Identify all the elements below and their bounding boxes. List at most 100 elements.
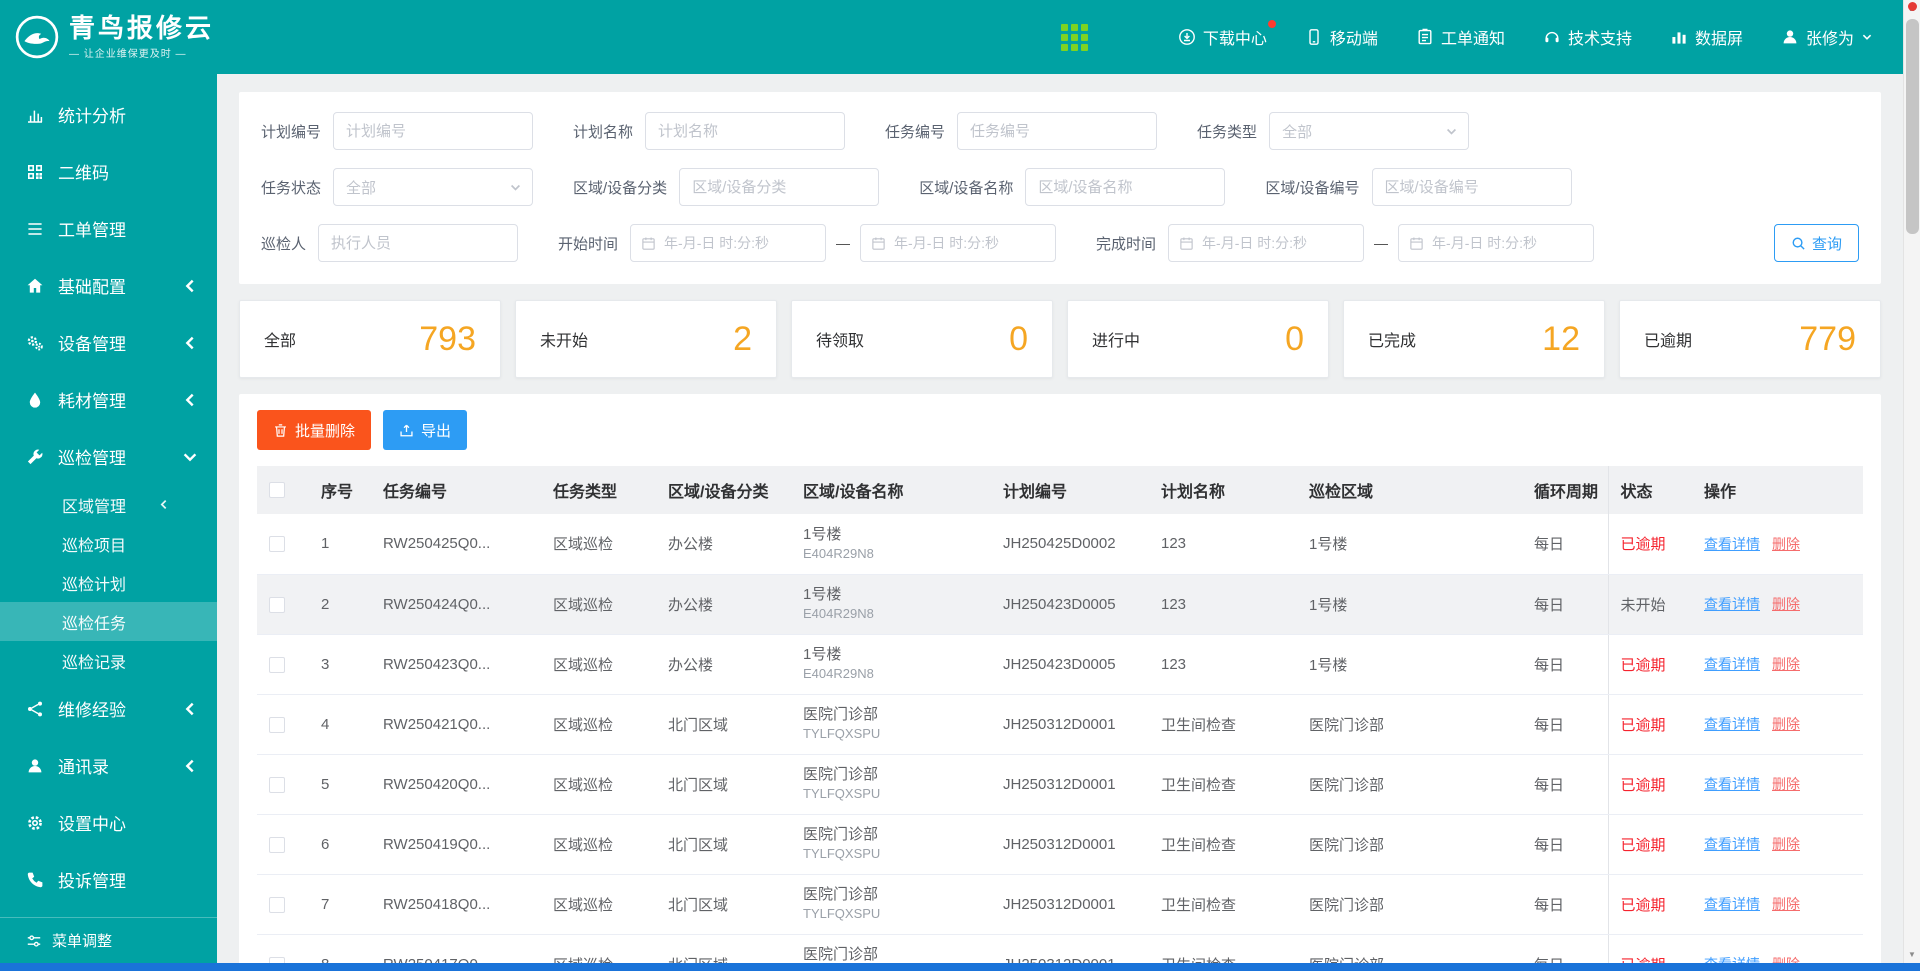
- view-detail-link[interactable]: 查看详情: [1704, 656, 1760, 672]
- select-value: 全部: [1282, 121, 1312, 142]
- row-checkbox[interactable]: [269, 597, 285, 613]
- sidebar-subitem-inspection-items[interactable]: 巡检项目: [0, 524, 217, 563]
- cell-task-no: RW250423Q0...: [371, 634, 541, 694]
- cell-status: 已逾期: [1608, 754, 1692, 814]
- view-detail-link[interactable]: 查看详情: [1704, 776, 1760, 792]
- sidebar-item-qrcode[interactable]: 二维码: [0, 143, 217, 200]
- table-body: 1RW250425Q0...区域巡检办公楼1号楼E404R29N8JH25042…: [257, 514, 1863, 963]
- nav-item-label: 技术支持: [1568, 25, 1632, 49]
- area-category-input[interactable]: [679, 168, 879, 206]
- cell-area: 医院门诊部: [1297, 874, 1522, 934]
- delete-link[interactable]: 删除: [1772, 836, 1800, 852]
- wrench-icon: [26, 448, 44, 466]
- area-code-text: TYLFQXSPU: [803, 725, 979, 743]
- filter-row-2: 任务状态全部区域/设备分类区域/设备名称区域/设备编号: [261, 168, 1859, 206]
- stat-card-pending-claim[interactable]: 待领取0: [791, 300, 1053, 378]
- logo[interactable]: 青鸟报修云 — 让企业维保更及时 —: [0, 14, 230, 61]
- sidebar-subitem-area-management[interactable]: 区域管理: [0, 485, 217, 524]
- sidebar-subitem-inspection-tasks[interactable]: 巡检任务: [0, 602, 217, 641]
- sidebar-item-repair-experience[interactable]: 维修经验: [0, 680, 217, 737]
- stat-card-all[interactable]: 全部793: [239, 300, 501, 378]
- cell-plan-no: JH250312D0001: [991, 934, 1149, 963]
- view-detail-link[interactable]: 查看详情: [1704, 836, 1760, 852]
- stat-card-completed[interactable]: 已完成12: [1343, 300, 1605, 378]
- column-header-name: 区域/设备名称: [791, 466, 991, 514]
- delete-link[interactable]: 删除: [1772, 896, 1800, 912]
- task-no-input[interactable]: [957, 112, 1157, 150]
- menu-adjust-label: 菜单调整: [52, 930, 112, 951]
- header-checkbox[interactable]: [269, 482, 285, 498]
- sidebar-item-contacts[interactable]: 通讯录: [0, 737, 217, 794]
- finish-time-date-input-1[interactable]: 年-月-日 时:分:秒: [1168, 224, 1364, 262]
- cell-task-type: 区域巡检: [541, 874, 656, 934]
- stat-label: 已完成: [1368, 327, 1416, 351]
- start-time-date-input-1[interactable]: 年-月-日 时:分:秒: [630, 224, 826, 262]
- nav-item-mobile[interactable]: 移动端: [1305, 25, 1378, 49]
- apps-grid-icon[interactable]: [1061, 24, 1088, 51]
- stat-card-not-started[interactable]: 未开始2: [515, 300, 777, 378]
- cell-seq: 8: [309, 934, 371, 963]
- view-detail-link[interactable]: 查看详情: [1704, 956, 1760, 963]
- delete-link[interactable]: 删除: [1772, 716, 1800, 732]
- view-detail-link[interactable]: 查看详情: [1704, 716, 1760, 732]
- plan-no-input[interactable]: [333, 112, 533, 150]
- scrollbar-thumb[interactable]: [1906, 19, 1919, 234]
- plan-name-input[interactable]: [645, 112, 845, 150]
- nav-item-work-order-notice[interactable]: 工单通知: [1416, 25, 1505, 49]
- sidebar-item-equipment[interactable]: 设备管理: [0, 314, 217, 371]
- area-name-input[interactable]: [1025, 168, 1225, 206]
- sidebar-item-work-orders[interactable]: 工单管理: [0, 200, 217, 257]
- row-checkbox[interactable]: [269, 777, 285, 793]
- trash-icon: [273, 423, 288, 438]
- scrollbar-down-arrow[interactable]: ▼: [1904, 946, 1920, 963]
- search-button[interactable]: 查询: [1774, 224, 1859, 262]
- start-time-date-input-2[interactable]: 年-月-日 时:分:秒: [860, 224, 1056, 262]
- start-time-label: 开始时间: [558, 233, 618, 254]
- view-detail-link[interactable]: 查看详情: [1704, 596, 1760, 612]
- task-type-select[interactable]: 全部: [1269, 112, 1469, 150]
- row-checkbox[interactable]: [269, 837, 285, 853]
- inspector-input[interactable]: [318, 224, 518, 262]
- area-no-input[interactable]: [1372, 168, 1572, 206]
- sidebar-item-complaints[interactable]: 投诉管理: [0, 851, 217, 908]
- nav-item-data-screen[interactable]: 数据屏: [1670, 25, 1743, 49]
- view-detail-link[interactable]: 查看详情: [1704, 896, 1760, 912]
- sidebar-item-stats-analysis[interactable]: 统计分析: [0, 86, 217, 143]
- sidebar-item-settings[interactable]: 设置中心: [0, 794, 217, 851]
- delete-link[interactable]: 删除: [1772, 656, 1800, 672]
- cell-plan-name: 卫生间检查: [1149, 814, 1297, 874]
- nav-item-user[interactable]: 张修为: [1781, 25, 1873, 49]
- view-detail-link[interactable]: 查看详情: [1704, 536, 1760, 552]
- sidebar-subitem-inspection-plans[interactable]: 巡检计划: [0, 563, 217, 602]
- column-header-ops: 操作: [1692, 466, 1863, 514]
- finish-time-date-input-2[interactable]: 年-月-日 时:分:秒: [1398, 224, 1594, 262]
- nav-item-tech-support[interactable]: 技术支持: [1543, 25, 1632, 49]
- task-status-select[interactable]: 全部: [333, 168, 533, 206]
- sidebar-item-basic-config[interactable]: 基础配置: [0, 257, 217, 314]
- sidebar-subitem-inspection-records[interactable]: 巡检记录: [0, 641, 217, 680]
- sidebar-item-consumables[interactable]: 耗材管理: [0, 371, 217, 428]
- stat-card-in-progress[interactable]: 进行中0: [1067, 300, 1329, 378]
- main-content: 计划编号计划名称任务编号任务类型全部任务状态全部区域/设备分类区域/设备名称区域…: [217, 74, 1903, 963]
- vertical-scrollbar[interactable]: ▲ ▼: [1903, 0, 1920, 963]
- filter-row-3: 巡检人开始时间年-月-日 时:分:秒—年-月-日 时:分:秒完成时间年-月-日 …: [261, 224, 1859, 262]
- sidebar-footer-menu-adjust[interactable]: 菜单调整: [0, 917, 217, 963]
- row-checkbox[interactable]: [269, 717, 285, 733]
- delete-link[interactable]: 删除: [1772, 956, 1800, 963]
- row-checkbox[interactable]: [269, 657, 285, 673]
- sidebar-subitem-label: 巡检任务: [62, 610, 197, 634]
- table-panel: 批量删除 导出 序号任务编号任务类型区域/设备分类区域/设备名称计划编号计划名称: [239, 394, 1881, 963]
- delete-link[interactable]: 删除: [1772, 536, 1800, 552]
- sidebar-item-label: 维修经验: [58, 696, 167, 721]
- delete-link[interactable]: 删除: [1772, 776, 1800, 792]
- row-checkbox[interactable]: [269, 536, 285, 552]
- delete-link[interactable]: 删除: [1772, 596, 1800, 612]
- batch-delete-button[interactable]: 批量删除: [257, 410, 371, 450]
- cell-name: 医院门诊部TYLFQXSPU: [791, 814, 991, 874]
- nav-item-download-center[interactable]: 下载中心: [1178, 25, 1267, 49]
- sidebar-item-inspection[interactable]: 巡检管理: [0, 428, 217, 485]
- stat-card-overdue[interactable]: 已逾期779: [1619, 300, 1881, 378]
- status-badge: 已逾期: [1621, 777, 1666, 794]
- export-button[interactable]: 导出: [383, 410, 467, 450]
- row-checkbox[interactable]: [269, 897, 285, 913]
